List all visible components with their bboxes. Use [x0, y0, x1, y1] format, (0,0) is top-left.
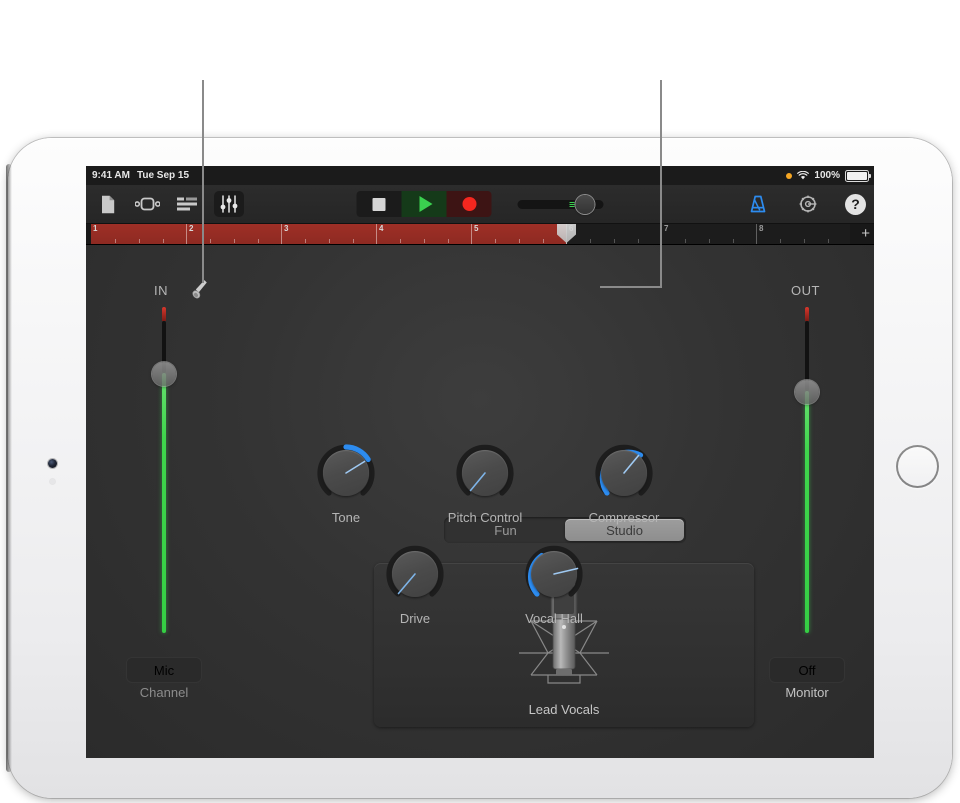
drive-knob[interactable]: Drive [384, 543, 446, 626]
drive-knob-pointer [397, 573, 416, 595]
output-label: OUT [791, 283, 820, 298]
drive-knob-label: Drive [399, 611, 431, 626]
record-icon [462, 197, 476, 211]
toolbar-center-group [356, 185, 604, 223]
compressor-knob-pointer [623, 454, 640, 474]
transport-controls [356, 191, 492, 217]
monitor-button[interactable]: Off [769, 657, 845, 683]
pitch-control-knob[interactable]: Pitch Control [448, 442, 522, 525]
toolbar: ? [86, 185, 874, 224]
pitch-control-knob-label: Pitch Control [447, 510, 523, 525]
battery-percent-label: 100% [814, 170, 840, 181]
vocal-hall-knob[interactable]: Vocal Hall [523, 543, 585, 626]
status-time: 9:41 AM [92, 170, 130, 181]
ruler[interactable]: 1 2 3 4 5 6 7 8 [86, 224, 874, 245]
wifi-icon [797, 171, 810, 180]
master-volume-knob[interactable] [575, 194, 595, 214]
mixer-controls-icon [220, 195, 238, 213]
stop-icon [372, 197, 386, 211]
output-fader-peak [805, 307, 809, 321]
ruler-bar-label: 8 [759, 224, 764, 233]
input-fader-thumb[interactable] [152, 362, 176, 386]
play-button[interactable] [401, 191, 447, 217]
tracks-list-button[interactable] [174, 191, 200, 217]
settings-button[interactable] [795, 191, 821, 217]
ipad-device: 9:41 AM Tue Sep 15 100% ? 1 2 3 4 5 7 8 … [6, 138, 952, 798]
ruler-bar-label: 1 [93, 224, 98, 233]
channel-button[interactable]: Mic [126, 657, 202, 683]
input-fader-level [162, 373, 166, 633]
ruler-bar-label: 3 [284, 224, 289, 233]
compressor-knob[interactable]: Compressor [589, 442, 659, 525]
metronome-icon [750, 195, 766, 213]
my-songs-icon [101, 195, 114, 213]
tone-knob-label: Tone [331, 510, 361, 525]
compressor-knob-label: Compressor [588, 510, 660, 525]
record-button[interactable] [446, 191, 492, 217]
pitch-control-knob-pointer [469, 472, 486, 492]
ipad-screen: 9:41 AM Tue Sep 15 100% ? 1 2 3 4 5 7 8 … [86, 166, 874, 758]
tone-knob[interactable]: Tone [315, 442, 377, 525]
play-icon [419, 196, 432, 212]
my-songs-button[interactable] [94, 191, 120, 217]
ruler-ticks [86, 239, 874, 243]
playhead[interactable] [557, 224, 576, 244]
stop-button[interactable] [356, 191, 402, 217]
monitor-label: Monitor [785, 685, 829, 700]
front-camera-icon [48, 459, 57, 468]
vocal-hall-knob-label: Vocal Hall [525, 611, 583, 626]
ruler-bar-label: 4 [379, 224, 384, 233]
toolbar-right-group: ? [745, 185, 866, 223]
master-volume-slider[interactable] [517, 194, 604, 214]
input-label: IN [154, 283, 168, 298]
track-view-button[interactable] [134, 191, 160, 217]
ambient-sensor-icon [50, 479, 55, 484]
ruler-bar-label: 2 [189, 224, 194, 233]
status-bar: 9:41 AM Tue Sep 15 100% [86, 166, 874, 185]
preset-name: Lead Vocals [528, 702, 600, 717]
tone-knob-pointer [345, 460, 366, 474]
battery-full-icon [845, 169, 871, 182]
vocal-hall-knob-pointer [553, 567, 579, 575]
input-fader-peak [162, 307, 166, 321]
master-volume-ticks-icon [569, 201, 575, 207]
status-bar-left: 9:41 AM Tue Sep 15 [92, 170, 189, 181]
ruler-bar-label: 7 [664, 224, 669, 233]
tracks-list-icon [177, 197, 197, 211]
status-date: Tue Sep 15 [136, 170, 190, 181]
microphone-pen-icon[interactable] [191, 279, 209, 301]
track-view-icon [134, 197, 160, 211]
status-bar-right: 100% [786, 169, 871, 182]
settings-gear-icon [799, 195, 817, 213]
channel-label: Channel [139, 685, 189, 700]
home-button[interactable] [896, 445, 939, 488]
ruler-bar-label: 5 [474, 224, 479, 233]
add-section-button[interactable]: + [861, 226, 870, 241]
output-fader-thumb[interactable] [795, 380, 819, 404]
mixer-controls-button[interactable] [214, 191, 244, 217]
toolbar-left-group [94, 185, 244, 223]
orange-dot-icon [786, 172, 793, 179]
audio-recorder-panel: IN Mic Channel OUT Off Monitor Fun Studi… [86, 245, 874, 758]
metronome-button[interactable] [745, 191, 771, 217]
help-button[interactable]: ? [845, 193, 866, 215]
output-fader-level [805, 391, 809, 633]
